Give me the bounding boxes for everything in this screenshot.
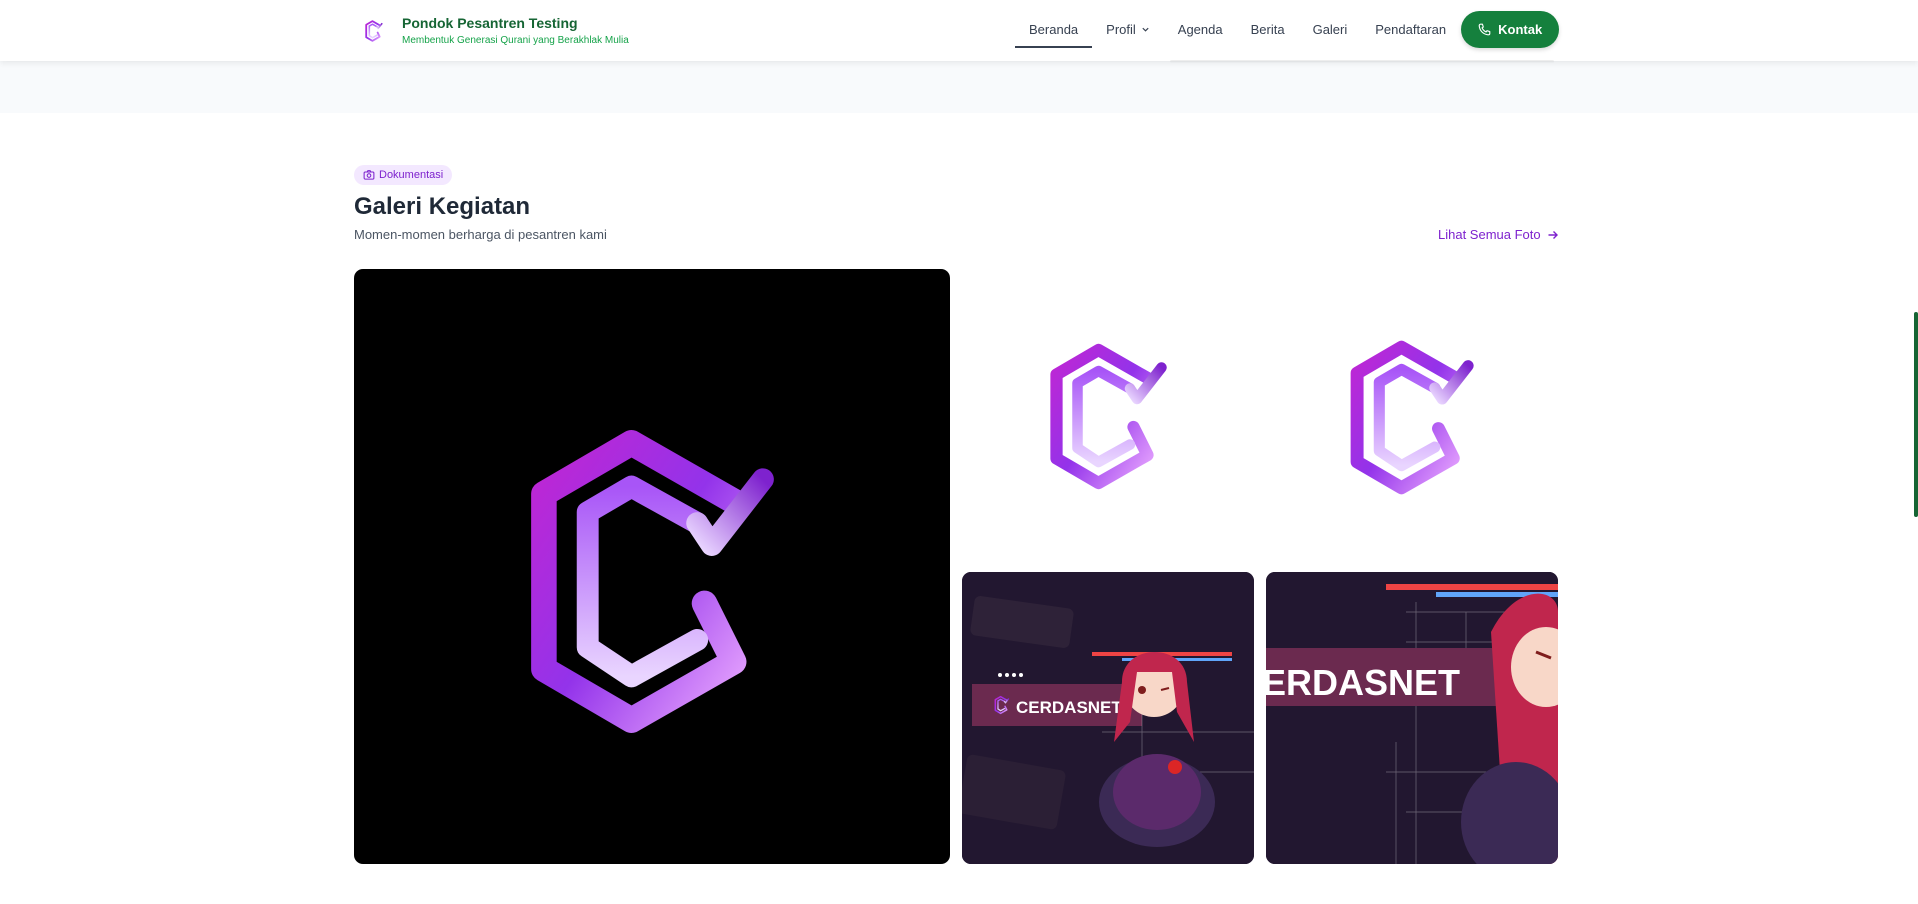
camera-icon [363, 170, 375, 180]
nav-item-agenda[interactable]: Agenda [1164, 10, 1237, 48]
section-subtitle: Momen-momen berharga di pesantren kami [354, 227, 607, 242]
nav-label: Berita [1250, 21, 1285, 37]
badge-label: Dokumentasi [379, 169, 444, 181]
contact-button[interactable]: Kontak [1461, 10, 1560, 48]
nav-label: Agenda [1177, 21, 1223, 37]
brand[interactable]: Pondok Pesantren Testing Membentuk Gener… [361, 14, 629, 47]
chevron-down-icon [1142, 27, 1149, 32]
see-all-photos-link[interactable]: Lihat Semua Foto [1438, 227, 1559, 242]
nav-label: Profil [1106, 21, 1136, 37]
banner-text: ERDASNET [1266, 662, 1460, 703]
phone-icon [1478, 23, 1491, 35]
brand-logo-icon [365, 19, 383, 42]
main-nav: Beranda Profil Agenda Berita Galeri Pend… [1015, 10, 1560, 48]
section-badge: Dokumentasi [354, 165, 453, 185]
nav-item-beranda[interactable]: Beranda [1015, 10, 1093, 48]
logo-image [1266, 269, 1558, 560]
arrow-right-icon [1548, 230, 1558, 239]
gallery-image-logo-black[interactable] [354, 269, 950, 864]
logo-image [354, 269, 950, 864]
gallery-image-cerdasnet-1[interactable]: CERDASNET [962, 572, 1254, 864]
brand-name: Pondok Pesantren Testing [402, 15, 578, 31]
see-all-label: Lihat Semua Foto [1438, 227, 1541, 242]
nav-label: Pendaftaran [1375, 21, 1447, 37]
gallery-image-cerdasnet-2[interactable]: ERDASNET [1266, 572, 1558, 864]
nav-item-galeri[interactable]: Galeri [1299, 10, 1362, 48]
top-navbar: Pondok Pesantren Testing Membentuk Gener… [0, 0, 1918, 63]
nav-item-berita[interactable]: Berita [1237, 10, 1299, 48]
section-title: Galeri Kegiatan [354, 193, 531, 220]
banner-image: ERDASNET [1266, 572, 1558, 864]
page-scrollbar-thumb[interactable] [1914, 312, 1918, 517]
nav-item-pendaftaran[interactable]: Pendaftaran [1361, 10, 1460, 48]
nav-label: Beranda [1029, 21, 1079, 37]
gallery-image-logo-white-2[interactable] [1266, 269, 1558, 560]
logo-image [962, 269, 1254, 560]
nav-item-profil[interactable]: Profil [1092, 10, 1164, 48]
banner-text: CERDASNET [1016, 698, 1122, 717]
previous-section-band [0, 61, 1918, 113]
gallery-image-logo-white-1[interactable] [962, 269, 1254, 560]
dropdown-shadow [1170, 60, 1554, 63]
banner-image: CERDASNET [962, 572, 1254, 864]
brand-tagline: Membentuk Generasi Qurani yang Berakhlak… [402, 35, 629, 46]
nav-label: Galeri [1312, 21, 1348, 37]
contact-label: Kontak [1498, 21, 1543, 37]
